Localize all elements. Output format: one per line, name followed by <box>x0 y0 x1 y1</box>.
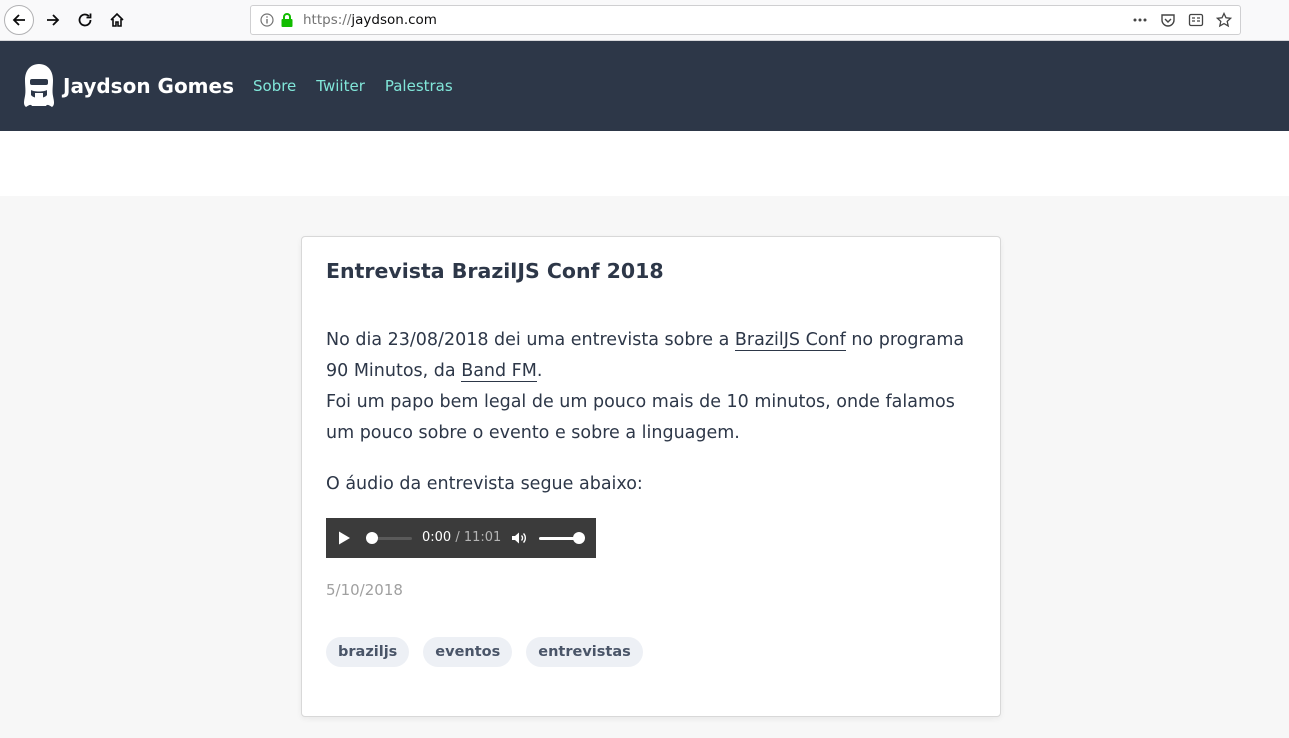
forward-arrow-icon <box>47 14 60 26</box>
lock-icon[interactable] <box>280 12 294 28</box>
forward-button[interactable] <box>38 5 68 35</box>
home-icon <box>110 12 124 27</box>
info-icon[interactable] <box>260 13 274 27</box>
reload-button[interactable] <box>70 5 100 35</box>
site-header: Jaydson Gomes Sobre Twiiter Palestras <box>0 41 1289 131</box>
page-actions-icon[interactable] <box>1130 11 1150 29</box>
back-arrow-icon <box>12 14 25 26</box>
bookmark-star-icon[interactable] <box>1214 11 1234 29</box>
pocket-icon[interactable] <box>1158 11 1178 29</box>
site-nav: Sobre Twiiter Palestras <box>253 77 453 95</box>
post-text: No dia 23/08/2018 dei uma entrevista sob… <box>326 330 735 350</box>
band-fm-link[interactable]: Band FM <box>461 361 537 382</box>
post-text: Foi um papo bem legal de um pouco mais d… <box>326 392 955 443</box>
post-card: Entrevista BrazilJS Conf 2018 No dia 23/… <box>301 236 1001 717</box>
post-date: 5/10/2018 <box>326 581 403 599</box>
post-paragraph: No dia 23/08/2018 dei uma entrevista sob… <box>326 325 986 449</box>
reader-view-icon[interactable] <box>1186 11 1206 29</box>
site-brand[interactable]: Jaydson Gomes <box>63 74 234 98</box>
url-host: jaydson.com <box>351 12 437 28</box>
audio-progress-handle[interactable] <box>366 532 378 544</box>
tag-entrevistas[interactable]: entrevistas <box>526 637 643 667</box>
url-bar[interactable]: https://jaydson.com <box>250 5 1241 35</box>
braziljs-conf-link[interactable]: BrazilJS Conf <box>734 330 846 351</box>
audio-time: 0:00 / 11:01 <box>422 530 501 545</box>
url-scheme: https:// <box>303 12 352 28</box>
reload-icon <box>78 13 92 27</box>
post-tags: braziljs eventos entrevistas <box>326 637 643 667</box>
post-title: Entrevista BrazilJS Conf 2018 <box>326 259 664 283</box>
post-paragraph-audio-intro: O áudio da entrevista segue abaixo: <box>326 474 643 494</box>
play-icon[interactable] <box>336 530 352 546</box>
volume-icon[interactable] <box>510 529 528 547</box>
nav-link-palestras[interactable]: Palestras <box>385 77 453 95</box>
home-button[interactable] <box>102 5 132 35</box>
volume-slider-handle[interactable] <box>573 532 585 544</box>
header-spacer <box>0 131 1289 196</box>
post-text: . <box>536 361 543 381</box>
audio-separator: / <box>451 530 464 545</box>
nav-link-sobre[interactable]: Sobre <box>253 77 296 95</box>
avatar-logo-icon[interactable] <box>22 63 56 109</box>
post-body: No dia 23/08/2018 dei uma entrevista sob… <box>326 325 986 500</box>
tag-braziljs[interactable]: braziljs <box>326 637 410 667</box>
url-text[interactable]: https://jaydson.com <box>303 12 437 28</box>
back-button[interactable] <box>4 5 34 35</box>
audio-current-time: 0:00 <box>422 530 452 545</box>
url-actions <box>1130 11 1234 29</box>
audio-player: 0:00 / 11:01 <box>326 518 596 558</box>
audio-duration: 11:01 <box>463 530 502 545</box>
browser-toolbar: https://jaydson.com <box>0 0 1289 41</box>
tag-eventos[interactable]: eventos <box>423 637 513 667</box>
nav-link-twitter[interactable]: Twiiter <box>316 77 365 95</box>
